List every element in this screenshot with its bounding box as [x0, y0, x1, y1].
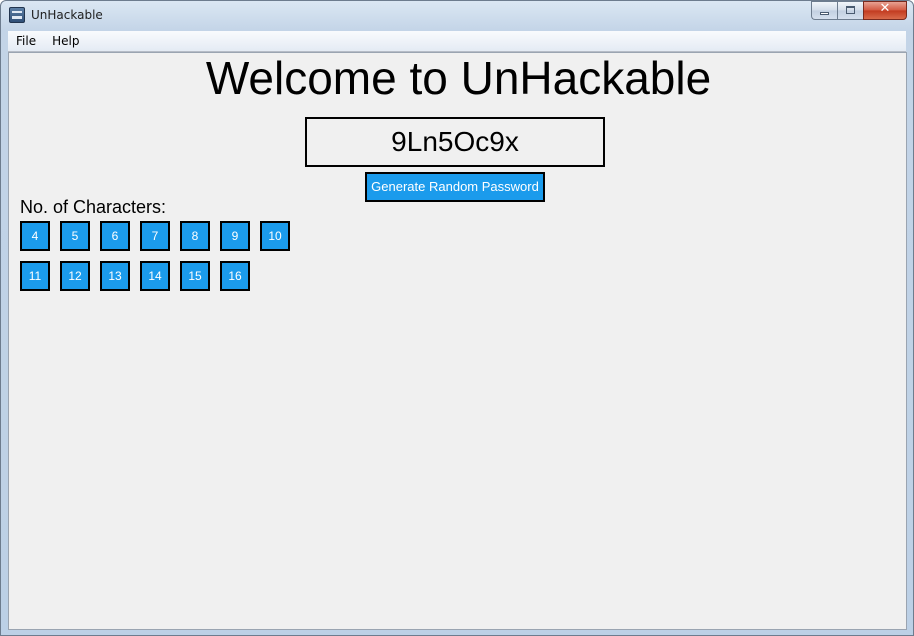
generate-password-button[interactable]: Generate Random Password	[365, 172, 545, 202]
app-window: UnHackable ✕ File Help Welcome to UnHack…	[0, 0, 914, 636]
minimize-button[interactable]	[811, 1, 837, 20]
maximize-icon	[846, 6, 855, 14]
title-bar[interactable]: UnHackable ✕	[1, 1, 913, 31]
window-title: UnHackable	[31, 8, 103, 22]
maximize-button[interactable]	[837, 1, 863, 20]
password-display[interactable]: 9Ln5Oc9x	[305, 117, 605, 167]
length-button-11[interactable]: 11	[20, 261, 50, 291]
menu-bar: File Help	[8, 31, 906, 52]
length-button-6[interactable]: 6	[100, 221, 130, 251]
length-button-8[interactable]: 8	[180, 221, 210, 251]
length-button-15[interactable]: 15	[180, 261, 210, 291]
length-button-5[interactable]: 5	[60, 221, 90, 251]
minimize-icon	[820, 12, 829, 15]
length-button-16[interactable]: 16	[220, 261, 250, 291]
length-button-12[interactable]: 12	[60, 261, 90, 291]
close-button[interactable]: ✕	[863, 1, 907, 20]
app-window-icon[interactable]	[9, 7, 25, 23]
length-button-14[interactable]: 14	[140, 261, 170, 291]
length-button-10[interactable]: 10	[260, 221, 290, 251]
length-button-9[interactable]: 9	[220, 221, 250, 251]
length-button-4[interactable]: 4	[20, 221, 50, 251]
length-button-7[interactable]: 7	[140, 221, 170, 251]
characters-label: No. of Characters:	[20, 197, 167, 217]
menu-help[interactable]: Help	[44, 31, 87, 51]
close-icon: ✕	[879, 1, 891, 16]
menu-file[interactable]: File	[8, 31, 44, 51]
client-area: Welcome to UnHackable 9Ln5Oc9x Generate …	[8, 52, 907, 630]
caption-buttons: ✕	[811, 1, 907, 21]
page-title: Welcome to UnHackable	[205, 52, 712, 104]
length-button-13[interactable]: 13	[100, 261, 130, 291]
